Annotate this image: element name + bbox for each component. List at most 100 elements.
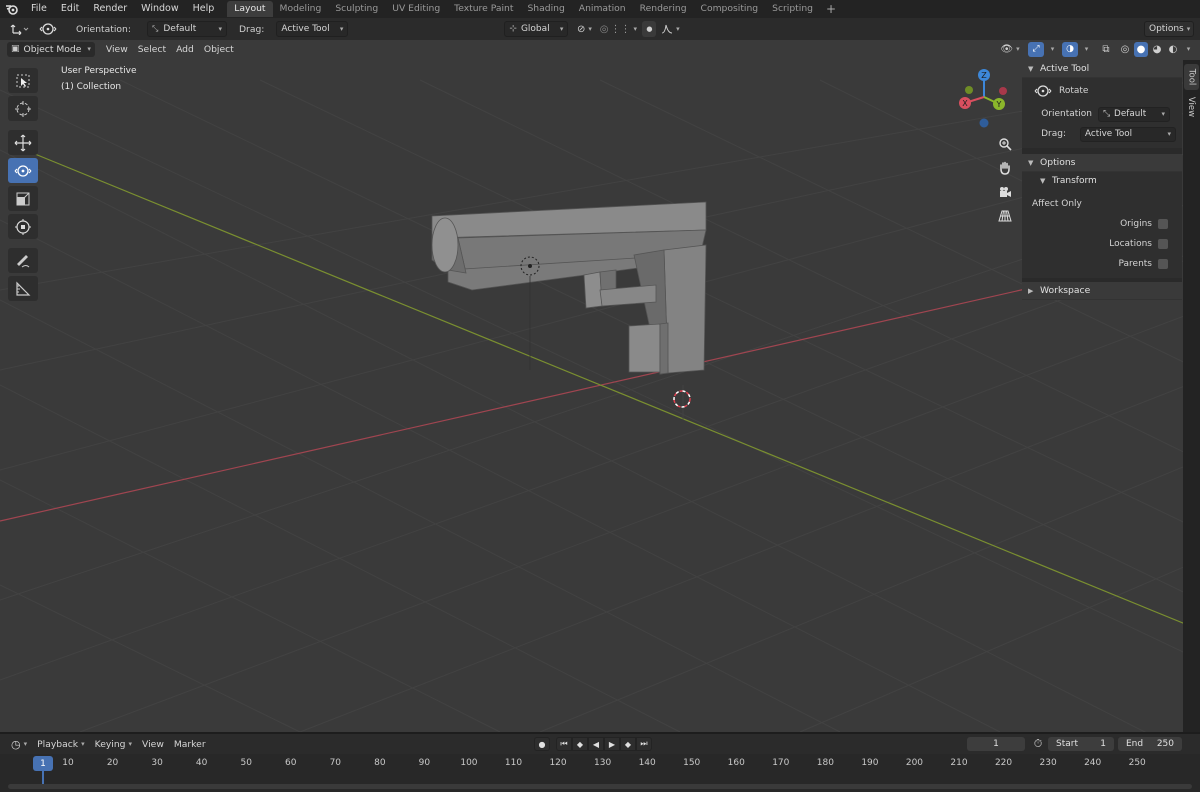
transform-orientation-value: Global	[520, 24, 550, 34]
gun-mesh[interactable]	[431, 201, 707, 375]
tab-modeling[interactable]: Modeling	[273, 1, 329, 17]
perspective-label: User Perspective	[61, 66, 137, 76]
tab-scripting[interactable]: Scripting	[765, 1, 820, 17]
current-frame-indicator[interactable]: 1	[33, 756, 53, 771]
add-workspace-button[interactable]: +	[820, 2, 842, 16]
transform-subpanel-header[interactable]: ▼ Transform	[1022, 172, 1182, 190]
pivot-point-button[interactable]: ⊘ ▾	[572, 21, 596, 37]
scale-tool[interactable]	[8, 186, 38, 211]
snap-button[interactable]: ◎ ⋮⋮ ▾	[598, 21, 638, 37]
drag-dropdown[interactable]: Active Tool ▾	[276, 21, 349, 37]
jump-to-end-button[interactable]: ⏭	[636, 737, 652, 751]
end-frame-field[interactable]: End 250	[1118, 737, 1182, 751]
timeline-area[interactable]: 10 20 30 40 50 60 70 80 90 100 110 120 130 140 150 160 1…	[0, 754, 1200, 792]
pan-button[interactable]	[993, 156, 1017, 180]
jump-to-keyframe-back-button[interactable]: ◆	[572, 737, 588, 751]
np-drag-dropdown[interactable]: Active Tool ▾	[1080, 126, 1176, 142]
tab-tool[interactable]: Tool	[1184, 64, 1199, 90]
solid-shading-button[interactable]: ●	[1134, 41, 1148, 57]
tab-animation[interactable]: Animation	[572, 1, 633, 17]
rotate-icon	[39, 23, 57, 35]
transform-tool[interactable]	[8, 214, 38, 239]
object-mode-dropdown[interactable]: ▣ Object Mode ▾	[7, 41, 95, 57]
timeline-view-menu[interactable]: View	[137, 739, 169, 750]
menu-edit[interactable]: Edit	[54, 0, 86, 18]
ruler-frame-number: 140	[638, 758, 656, 768]
3d-viewport[interactable]: User Perspective (1) Collection	[0, 40, 1200, 732]
viewport-menu-select[interactable]: Select	[133, 44, 171, 55]
gizmo-toggle[interactable]: ⤢	[1028, 41, 1044, 57]
ruler-frame-number: 220	[994, 758, 1013, 768]
tab-sculpting[interactable]: Sculpting	[328, 1, 385, 17]
tab-shading[interactable]: Shading	[520, 1, 571, 17]
tab-uv-editing[interactable]: UV Editing	[385, 1, 447, 17]
options-dropdown[interactable]: Options ▾	[1144, 21, 1194, 37]
active-tool-panel-header[interactable]: ▼ Active Tool	[1022, 60, 1182, 78]
start-frame-field[interactable]: Start 1	[1048, 737, 1114, 751]
blender-logo-icon[interactable]	[0, 0, 24, 18]
menu-render[interactable]: Render	[86, 0, 134, 18]
parents-checkbox[interactable]	[1158, 259, 1168, 269]
tab-layout[interactable]: Layout	[227, 1, 273, 17]
ruler-frame-number: 60	[285, 758, 297, 768]
ruler-frame-number: 110	[504, 758, 523, 768]
viewport-menu-object[interactable]: Object	[199, 44, 239, 55]
proportional-editing-toggle[interactable]: ●	[642, 21, 657, 37]
zoom-button[interactable]	[993, 132, 1017, 156]
overlays-toggle[interactable]: ◑	[1062, 41, 1078, 57]
falloff-dropdown[interactable]: ▾	[658, 21, 682, 37]
perspective-toggle-button[interactable]	[993, 204, 1017, 228]
rendered-shading-button[interactable]: ◐	[1166, 42, 1180, 57]
transform-orientation-dropdown[interactable]: ⊹ Global ▾	[504, 21, 569, 37]
menu-help[interactable]: Help	[186, 0, 222, 18]
keying-menu[interactable]: Keying ▾	[90, 739, 137, 750]
orientation-dropdown[interactable]: ⤡ Default ▾	[146, 21, 227, 37]
viewport-menu-view[interactable]: View	[101, 44, 133, 55]
annotate-tool[interactable]	[8, 248, 38, 273]
timeline-scrollbar[interactable]	[8, 784, 1192, 789]
play-reverse-button[interactable]: ◀	[588, 737, 604, 751]
auto-keying-button[interactable]: ●	[534, 737, 550, 751]
jump-to-start-button[interactable]: ⏮	[556, 737, 572, 751]
shading-dropdown[interactable]: ▾	[1182, 42, 1192, 57]
3d-cursor[interactable]	[673, 385, 691, 420]
np-orientation-dropdown[interactable]: ⤡ Default ▾	[1098, 106, 1170, 122]
move-tool[interactable]	[8, 130, 38, 155]
measure-tool[interactable]	[8, 276, 38, 301]
tab-view[interactable]: View	[1184, 94, 1199, 120]
select-box-tool[interactable]	[8, 68, 38, 93]
playback-menu[interactable]: Playback ▾	[32, 739, 90, 750]
cursor-tool[interactable]	[8, 96, 38, 121]
grid-perspective-icon	[998, 210, 1012, 222]
neg-y-handle[interactable]	[965, 86, 973, 94]
material-shading-button[interactable]: ◕	[1150, 42, 1164, 57]
current-frame-field[interactable]: 1	[967, 737, 1025, 751]
navigation-gizmo[interactable]: Z X Y	[944, 60, 1024, 140]
jump-to-keyframe-forward-button[interactable]: ◆	[620, 737, 636, 751]
workspace-panel-header[interactable]: ▶ Workspace	[1022, 282, 1182, 300]
play-button[interactable]: ▶	[604, 737, 620, 751]
chevron-down-icon: ▾	[128, 740, 133, 748]
preview-range-toggle[interactable]: ⏱	[1031, 737, 1045, 751]
viewport-menu-add[interactable]: Add	[171, 44, 199, 55]
xray-toggle[interactable]: ⧉	[1098, 42, 1114, 57]
editor-type-button[interactable]	[6, 21, 32, 37]
camera-view-button[interactable]	[993, 180, 1017, 204]
neg-x-handle[interactable]	[999, 87, 1007, 95]
menu-window[interactable]: Window	[134, 0, 185, 18]
rotate-tool[interactable]	[8, 158, 38, 183]
options-panel-header[interactable]: ▼ Options	[1022, 154, 1182, 172]
tab-compositing[interactable]: Compositing	[694, 1, 766, 17]
visibility-dropdown[interactable]: 👁 ▾	[998, 42, 1022, 57]
timeline-editor-type-button[interactable]: ◷ ▾	[6, 738, 32, 751]
overlays-dropdown[interactable]: ▾	[1080, 42, 1090, 57]
gizmo-dropdown[interactable]: ▾	[1046, 42, 1056, 57]
menu-file[interactable]: File	[24, 0, 54, 18]
wireframe-shading-button[interactable]: ◎	[1118, 42, 1132, 57]
tab-rendering[interactable]: Rendering	[633, 1, 694, 17]
timeline-marker-menu[interactable]: Marker	[169, 739, 211, 750]
locations-checkbox[interactable]	[1158, 239, 1168, 249]
tab-texture-paint[interactable]: Texture Paint	[447, 1, 520, 17]
neg-z-handle[interactable]	[979, 118, 989, 128]
origins-checkbox[interactable]	[1158, 219, 1168, 229]
